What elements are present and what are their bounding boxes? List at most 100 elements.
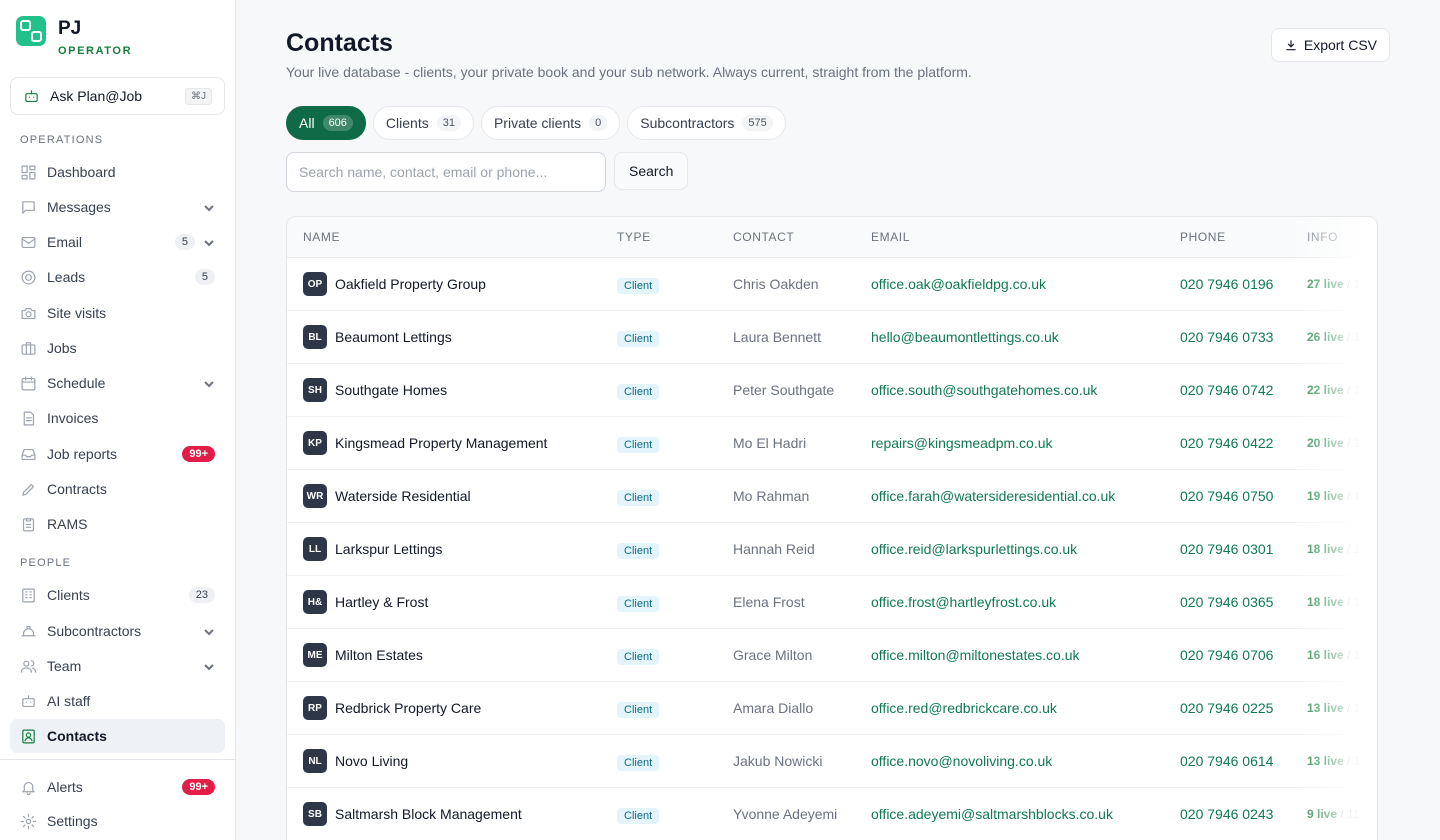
phone-link[interactable]: 020 7946 0614 xyxy=(1180,753,1273,769)
sidebar-item-alerts[interactable]: Alerts 99+ xyxy=(10,770,225,804)
column-header-name[interactable]: NAME xyxy=(303,230,340,244)
table-row[interactable]: SB Saltmarsh Block Management Client Yvo… xyxy=(287,788,1377,840)
table-row[interactable]: H& Hartley & Frost Client Elena Frost of… xyxy=(287,576,1377,629)
phone-link[interactable]: 020 7946 0742 xyxy=(1180,382,1273,398)
column-header-contact[interactable]: CONTACT xyxy=(733,230,794,244)
chevron-down-icon[interactable] xyxy=(203,660,215,672)
sidebar-item-label: Job reports xyxy=(47,446,118,462)
sidebar-item-label: Schedule xyxy=(47,375,106,391)
table-row[interactable]: WR Waterside Residential Client Mo Rahma… xyxy=(287,470,1377,523)
table-row[interactable]: RP Redbrick Property Care Client Amara D… xyxy=(287,682,1377,735)
chevron-down-icon[interactable] xyxy=(203,625,215,637)
type-badge: Client xyxy=(617,543,660,559)
column-header-email[interactable]: EMAIL xyxy=(871,230,910,244)
type-cell: Client xyxy=(617,329,660,347)
chevron-down-icon[interactable] xyxy=(203,377,215,389)
contact-name[interactable]: Milton Estates xyxy=(335,647,423,663)
table-row[interactable]: SH Southgate Homes Client Peter Southgat… xyxy=(287,364,1377,417)
sidebar-item-email[interactable]: Email 5 xyxy=(10,225,225,259)
total-count: / 116 total xyxy=(1347,701,1377,715)
sidebar-item-site-visits[interactable]: Site visits xyxy=(10,296,225,330)
email-link[interactable]: office.south@southgatehomes.co.uk xyxy=(871,382,1097,398)
sidebar-item-job-reports[interactable]: Job reports 99+ xyxy=(10,437,225,471)
sidebar-item-contacts[interactable]: Contacts xyxy=(10,719,225,753)
column-header-phone[interactable]: PHONE xyxy=(1180,230,1226,244)
contact-name[interactable]: Novo Living xyxy=(335,753,408,769)
sidebar-item-invoices[interactable]: Invoices xyxy=(10,401,225,435)
contact-name[interactable]: Larkspur Lettings xyxy=(335,541,442,557)
sidebar-item-settings[interactable]: Settings xyxy=(10,804,225,838)
contact-name[interactable]: Kingsmead Property Management xyxy=(335,435,547,451)
avatar: BL xyxy=(303,325,327,349)
export-csv-button[interactable]: Export CSV xyxy=(1270,28,1390,62)
phone-link[interactable]: 020 7946 0422 xyxy=(1180,435,1273,451)
phone-link[interactable]: 020 7946 0225 xyxy=(1180,700,1273,716)
filter-tab-subcontractors[interactable]: Subcontractors 575 xyxy=(627,106,786,140)
sidebar-item-clients[interactable]: Clients 23 xyxy=(10,578,225,612)
phone-link[interactable]: 020 7946 0733 xyxy=(1180,329,1273,345)
contact-name[interactable]: Waterside Residential xyxy=(335,488,471,504)
building-icon xyxy=(20,587,37,604)
sidebar-item-label: Contacts xyxy=(47,728,107,744)
chevron-down-icon[interactable] xyxy=(203,236,215,248)
ask-assistant-button[interactable]: Ask Plan@Job ⌘J xyxy=(10,77,225,115)
type-cell: Client xyxy=(617,647,660,665)
email-link[interactable]: office.reid@larkspurlettings.co.uk xyxy=(871,541,1077,557)
phone-link[interactable]: 020 7946 0243 xyxy=(1180,806,1273,822)
contact-person: Yvonne Adeyemi xyxy=(733,806,838,822)
table-row[interactable]: KP Kingsmead Property Management Client … xyxy=(287,417,1377,470)
table-row[interactable]: LL Larkspur Lettings Client Hannah Reid … xyxy=(287,523,1377,576)
sidebar-item-jobs[interactable]: Jobs xyxy=(10,331,225,365)
sidebar-item-label: Site visits xyxy=(47,305,107,321)
sidebar-item-contracts[interactable]: Contracts xyxy=(10,472,225,506)
type-badge: Client xyxy=(617,331,660,347)
email-link[interactable]: office.milton@miltonestates.co.uk xyxy=(871,647,1080,663)
live-count: 20 live xyxy=(1307,436,1344,450)
contact-name[interactable]: Redbrick Property Care xyxy=(335,700,481,716)
contact-name[interactable]: Hartley & Frost xyxy=(335,594,428,610)
email-link[interactable]: hello@beaumontlettings.co.uk xyxy=(871,329,1059,345)
phone-link[interactable]: 020 7946 0196 xyxy=(1180,276,1273,292)
table-row[interactable]: NL Novo Living Client Jakub Nowicki offi… xyxy=(287,735,1377,788)
filter-tab-private-clients[interactable]: Private clients 0 xyxy=(480,106,621,140)
brand[interactable]: PJ OPERATOR xyxy=(16,16,132,57)
phone-link[interactable]: 020 7946 0706 xyxy=(1180,647,1273,663)
sidebar-item-subcontractors[interactable]: Subcontractors xyxy=(10,614,225,648)
email-link[interactable]: office.red@redbrickcare.co.uk xyxy=(871,700,1057,716)
sidebar-item-rams[interactable]: RAMS xyxy=(10,507,225,541)
chevron-down-icon[interactable] xyxy=(203,201,215,213)
contact-name[interactable]: Saltmarsh Block Management xyxy=(335,806,522,822)
filter-tab-count: 0 xyxy=(589,115,608,131)
filter-tab-clients[interactable]: Clients 31 xyxy=(372,106,474,140)
sidebar-item-leads[interactable]: Leads 5 xyxy=(10,260,225,294)
main-content: Contacts Your live database - clients, y… xyxy=(286,0,1390,840)
phone-link[interactable]: 020 7946 0301 xyxy=(1180,541,1273,557)
search-input[interactable] xyxy=(286,152,606,192)
contact-name[interactable]: Beaumont Lettings xyxy=(335,329,452,345)
search-button[interactable]: Search xyxy=(614,152,689,190)
column-header-info[interactable]: INFO xyxy=(1307,230,1338,244)
jobs-info: 20 live / 133 total xyxy=(1307,436,1377,450)
phone-link[interactable]: 020 7946 0365 xyxy=(1180,594,1273,610)
sidebar-item-dashboard[interactable]: Dashboard xyxy=(10,155,225,189)
users-icon xyxy=(20,658,37,675)
table-row[interactable]: OP Oakfield Property Group Client Chris … xyxy=(287,258,1377,311)
phone-link[interactable]: 020 7946 0750 xyxy=(1180,488,1273,504)
contact-name[interactable]: Oakfield Property Group xyxy=(335,276,486,292)
email-link[interactable]: office.farah@watersideresidential.co.uk xyxy=(871,488,1115,504)
sidebar-item-schedule[interactable]: Schedule xyxy=(10,366,225,400)
contact-name[interactable]: Southgate Homes xyxy=(335,382,447,398)
email-link[interactable]: repairs@kingsmeadpm.co.uk xyxy=(871,435,1053,451)
contact-name-cell: SH Southgate Homes xyxy=(303,378,447,402)
email-link[interactable]: office.frost@hartleyfrost.co.uk xyxy=(871,594,1056,610)
email-link[interactable]: office.adeyemi@saltmarshblocks.co.uk xyxy=(871,806,1113,822)
table-row[interactable]: ME Milton Estates Client Grace Milton of… xyxy=(287,629,1377,682)
filter-tab-all[interactable]: All 606 xyxy=(286,106,366,140)
email-link[interactable]: office.novo@novoliving.co.uk xyxy=(871,753,1052,769)
column-header-type[interactable]: TYPE xyxy=(617,230,651,244)
sidebar-item-ai-staff[interactable]: AI staff xyxy=(10,684,225,718)
sidebar-item-team[interactable]: Team xyxy=(10,649,225,683)
table-row[interactable]: BL Beaumont Lettings Client Laura Bennet… xyxy=(287,311,1377,364)
sidebar-item-messages[interactable]: Messages xyxy=(10,190,225,224)
email-link[interactable]: office.oak@oakfieldpg.co.uk xyxy=(871,276,1046,292)
